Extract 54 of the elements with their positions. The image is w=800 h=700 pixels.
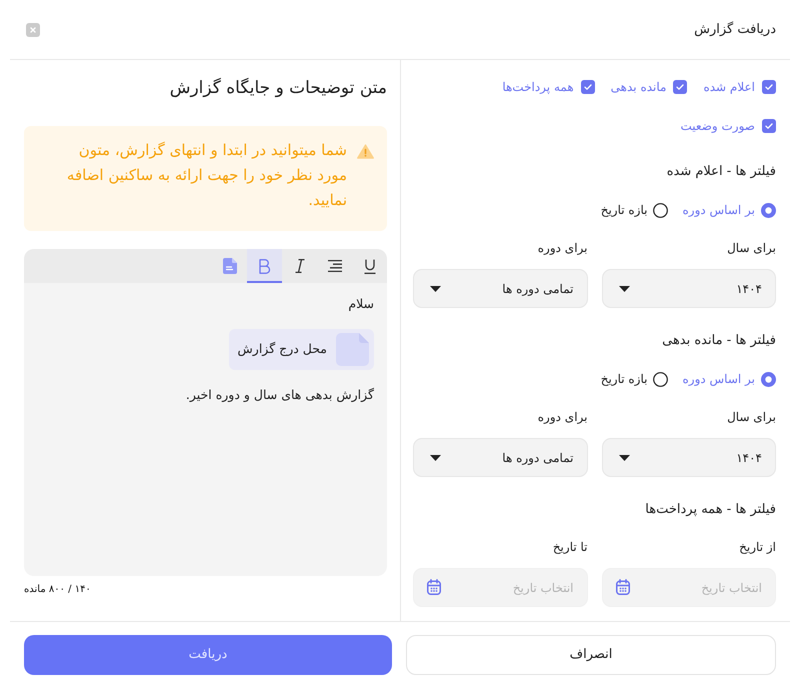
dropdown[interactable]: تمامی دوره ها — [413, 438, 588, 477]
field-label: برای دوره — [536, 240, 588, 257]
caret-icon — [618, 454, 630, 460]
dropdown[interactable]: ۱۴۰۴ — [602, 438, 776, 477]
cancel-button[interactable]: انصراف — [406, 635, 776, 675]
filter-title: فیلتر ها - اعلام شده — [666, 163, 776, 181]
dropdown[interactable]: تمامی دوره ها — [413, 269, 588, 308]
field-label: برای سال — [726, 240, 776, 257]
character-counter: ۱۴۰ / ۸۰۰ مانده — [24, 583, 91, 597]
checkbox[interactable] — [580, 80, 595, 94]
document-icon — [336, 333, 369, 366]
section-title: متن توضیحات و جایگاه گزارش — [168, 76, 387, 100]
date-field[interactable]: انتخاب تاریخ — [413, 568, 588, 607]
radio-option[interactable]: بازه تاریخ — [600, 370, 668, 388]
radio-button[interactable] — [761, 372, 776, 386]
caret-icon — [618, 286, 630, 292]
dropdown[interactable]: ۱۴۰۴ — [602, 269, 776, 308]
radio-button[interactable] — [653, 372, 668, 386]
dialog-title: دریافت گزارش — [694, 20, 776, 38]
radio-option[interactable]: بر اساس دوره — [682, 370, 776, 388]
checkbox[interactable] — [762, 119, 776, 133]
caret-icon — [430, 454, 441, 460]
report-slot-label: محل درج گزارش — [238, 340, 327, 358]
bold-icon — [258, 258, 270, 274]
calendar-icon[interactable] — [616, 579, 630, 595]
align-right-icon — [328, 260, 342, 272]
radio-option[interactable]: بر اساس دوره — [682, 201, 776, 219]
field-label: برای دوره — [536, 409, 588, 426]
italic-icon — [294, 259, 304, 273]
checkbox-option[interactable]: همه پرداخت‌ها — [502, 77, 595, 97]
document-icon — [222, 258, 236, 274]
radio-option[interactable]: بازه تاریخ — [600, 201, 668, 219]
warning-icon — [357, 144, 374, 159]
field-label: از تاریخ — [738, 539, 776, 556]
underline-icon — [364, 258, 376, 274]
editor-paragraph: گزارش بدهی های سال و دوره اخیر. — [186, 386, 374, 404]
text-editor[interactable]: سلام محل درج گزارش گزارش بدهی های سال و دوره اخیر. — [24, 249, 387, 576]
editor-paragraph: سلام — [348, 295, 374, 313]
checkbox-option[interactable]: صورت وضعیت — [680, 116, 776, 136]
notice-text: شما میتوانید در ابتدا و انتهای گزارش، متون مورد نظر خود را جهت ارائه به ساکنین اضافه نمایید. — [66, 140, 347, 211]
checkbox-option[interactable]: اعلام شده — [703, 77, 776, 97]
checkbox[interactable] — [673, 80, 688, 94]
date-field[interactable]: انتخاب تاریخ — [602, 568, 776, 607]
filter-title: فیلتر ها - مانده بدهی — [661, 332, 776, 350]
field-label: برای سال — [726, 409, 776, 426]
calendar-icon[interactable] — [427, 579, 441, 595]
radio-button[interactable] — [761, 202, 776, 218]
bold-button[interactable] — [247, 249, 282, 283]
field-label: تا تاریخ — [552, 539, 588, 556]
radio-button[interactable] — [653, 202, 668, 218]
checkbox-option[interactable]: مانده بدهی — [610, 77, 688, 97]
filter-title: فیلتر ها - همه پرداخت‌ها — [644, 501, 776, 519]
caret-icon — [430, 286, 441, 292]
checkbox[interactable] — [762, 80, 776, 94]
